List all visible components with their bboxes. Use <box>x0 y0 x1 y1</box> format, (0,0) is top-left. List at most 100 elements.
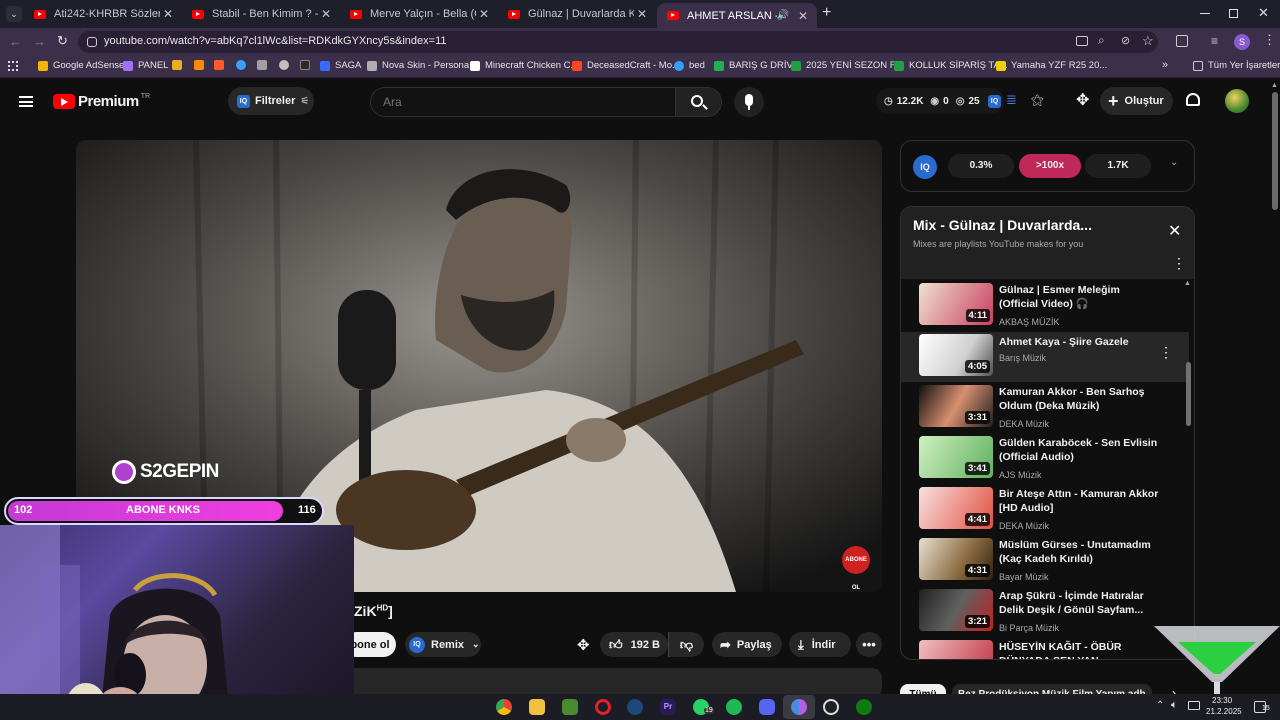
close-tab-icon[interactable]: ✕ <box>634 7 650 21</box>
browser-tab[interactable]: Stabil - Ben Kimim ? - YouTube ✕ <box>182 3 340 25</box>
reload-icon[interactable]: ↻ <box>57 33 68 49</box>
reading-list-icon[interactable]: ≡ <box>1211 34 1218 48</box>
cast-icon[interactable] <box>1076 36 1088 46</box>
minimize-window-icon[interactable] <box>1200 13 1210 14</box>
bookmark-item[interactable]: Google AdSense <box>38 60 124 71</box>
list-icon[interactable]: ≣ <box>1006 92 1017 108</box>
close-tab-icon[interactable]: ✕ <box>476 7 492 21</box>
bookmark-item[interactable]: BARIŞ G DRİVE <box>714 60 799 71</box>
bookmark-item[interactable]: bed <box>674 60 705 71</box>
audio-playing-icon[interactable]: 🔊 <box>777 10 789 21</box>
playlist-item[interactable]: 3:41 Gülden Karaböcek - Sen Evlisin (Off… <box>901 434 1189 484</box>
forward-icon[interactable]: → <box>33 34 46 49</box>
bookmark-item[interactable]: Yamaha YZF R25 20... <box>996 60 1107 71</box>
bookmark-item[interactable]: SAGA <box>320 60 361 71</box>
close-tab-icon[interactable]: ✕ <box>160 7 176 21</box>
restore-window-icon[interactable] <box>1229 9 1238 18</box>
playlist-scrollbar[interactable] <box>1186 362 1191 426</box>
close-tab-icon[interactable]: ✕ <box>318 7 334 21</box>
playlist-item[interactable]: 3:31 Kamuran Akkor - Ben Sarhoş Oldum (D… <box>901 383 1189 433</box>
bookmark-item[interactable]: 2025 YENİ SEZON F... <box>791 60 902 71</box>
discord-icon[interactable] <box>759 699 775 715</box>
download-button[interactable]: ⤓ İndir <box>789 632 851 657</box>
like-button[interactable]: 👍︎ 192 B <box>600 632 668 657</box>
opera-icon[interactable] <box>595 699 611 715</box>
close-tab-icon[interactable]: ✕ <box>795 9 811 23</box>
playlist-item[interactable]: 4:31 Müslüm Gürses - Unutamadım (Kaç Kad… <box>901 536 1189 586</box>
notifications-bell-icon[interactable] <box>1186 93 1200 106</box>
share-button[interactable]: ➦ Paylaş <box>712 632 782 657</box>
bookmark-item[interactable]: Nova Skin - Persona... <box>367 60 477 71</box>
site-info-icon[interactable] <box>87 37 97 47</box>
bookmark-item[interactable] <box>214 60 229 70</box>
network-icon[interactable] <box>1188 701 1200 710</box>
minecraft-icon[interactable] <box>562 699 578 715</box>
chevron-down-icon[interactable]: ⌄ <box>1170 157 1178 168</box>
bookmark-item[interactable] <box>194 60 209 70</box>
scroll-up-icon[interactable]: ▲ <box>1271 82 1278 89</box>
bookmark-item[interactable]: DeceasedCraft - Mo... <box>572 60 680 71</box>
voice-search-button[interactable] <box>734 87 764 117</box>
youtube-logo[interactable]: Premium TR <box>53 93 150 110</box>
playlist-item-hovered[interactable]: 4:05 Ahmet Kaya - Şiire Gazele Barış Müz… <box>901 332 1189 382</box>
bookmark-star-icon[interactable]: ☆ <box>1142 33 1154 49</box>
volume-icon[interactable]: 🔈︎ <box>1171 699 1178 712</box>
playlist-item[interactable]: HÜSEYİN KAĞIT - ÖBÜR DÜNYADA SEN YAN <box>901 638 1189 659</box>
page-scrollbar[interactable] <box>1272 92 1278 210</box>
subscribe-overlay-badge[interactable]: ABONE OL <box>842 546 870 591</box>
search-button[interactable] <box>675 88 721 116</box>
bookmark-item[interactable]: Minecraft Chicken C... <box>470 60 578 71</box>
playlist-item[interactable]: 4:41 Bir Ateşe Attın - Kamuran Akkor [HD… <box>901 485 1189 535</box>
address-bar[interactable]: youtube.com/watch?v=abKq7cl1lWc&list=RDK… <box>78 31 1158 53</box>
hamburger-menu-icon[interactable] <box>19 96 33 107</box>
apps-grid-icon[interactable] <box>8 61 18 71</box>
account-avatar[interactable] <box>1225 89 1249 113</box>
close-window-icon[interactable]: ✕ <box>1258 5 1269 21</box>
browser-tab-active[interactable]: AHMET ARSLAN - KAFAM 🔊 ✕ <box>657 3 817 28</box>
playlist-item[interactable]: 3:21 Arap Şükrü - İçimde Hatıralar Delik… <box>901 587 1189 637</box>
bookmark-item[interactable] <box>300 60 315 70</box>
browser-tab[interactable]: Gülnaz | Duvarlarda Konuşmuy ✕ <box>498 3 656 25</box>
extensions-icon[interactable] <box>1176 35 1188 47</box>
scroll-up-icon[interactable]: ▲ <box>1184 280 1191 287</box>
clock-date[interactable]: 21.2.2025 <box>1206 707 1242 716</box>
spark-icon[interactable]: ⚝ <box>1031 92 1044 108</box>
tab-search-button[interactable]: ⌄ <box>6 6 22 22</box>
playlist-menu-icon[interactable]: ⋮ <box>1172 255 1186 272</box>
browser-tab[interactable]: Merve Yalçın - Bella (Official Vi ✕ <box>340 3 498 25</box>
all-bookmarks-folder[interactable]: Tüm Yer İşaretleri <box>1193 60 1280 71</box>
chrome-profile-icon[interactable] <box>791 699 807 715</box>
more-bookmarks-icon[interactable]: » <box>1162 59 1168 71</box>
create-button[interactable]: + Oluştur <box>1100 87 1173 115</box>
browser-menu-icon[interactable]: ⋮ <box>1263 32 1276 48</box>
remix-button[interactable]: IQ Remix ⌄ <box>405 632 481 657</box>
filters-button[interactable]: IQ Filtreler ⚟ <box>228 87 314 115</box>
bookmark-item[interactable] <box>279 60 294 70</box>
bookmark-item[interactable]: PANEL <box>123 60 168 71</box>
bookmark-item[interactable] <box>236 60 251 70</box>
zoom-icon[interactable]: ⌕ <box>1098 33 1105 48</box>
profile-avatar[interactable]: S <box>1234 34 1250 50</box>
bookmark-item[interactable]: KOLLUK SİPARİŞ TA... <box>894 60 1008 71</box>
chrome-icon[interactable] <box>496 699 512 715</box>
item-menu-icon[interactable]: ⋮ <box>1159 344 1173 361</box>
bookmark-item[interactable] <box>172 60 187 70</box>
back-icon[interactable]: ← <box>9 34 22 49</box>
tray-chevron-icon[interactable]: ⌃ <box>1156 700 1164 711</box>
hide-icon[interactable]: ⊘ <box>1121 34 1130 47</box>
obs-icon[interactable] <box>823 699 839 715</box>
bookmark-item[interactable] <box>257 60 272 70</box>
search-input[interactable] <box>372 89 674 115</box>
playlist-item[interactable]: 4:11 Gülnaz | Esmer Meleğim (Official Vi… <box>901 281 1189 331</box>
more-actions-button[interactable]: ••• <box>856 632 882 657</box>
premiere-icon[interactable]: Pr <box>660 699 676 715</box>
puzzle-icon[interactable]: ✥ <box>1076 90 1089 110</box>
url-text[interactable]: youtube.com/watch?v=abKq7cl1lWc&list=RDK… <box>104 35 447 47</box>
xbox-icon[interactable] <box>856 699 872 715</box>
spotify-icon[interactable] <box>726 699 742 715</box>
clock-time[interactable]: 23:30 <box>1212 696 1232 705</box>
iq-extension-icon[interactable]: IQ <box>988 95 1001 108</box>
new-tab-button[interactable]: + <box>822 4 831 22</box>
close-playlist-icon[interactable]: ✕ <box>1168 221 1181 241</box>
puzzle-action-icon[interactable]: ✥ <box>577 636 590 654</box>
